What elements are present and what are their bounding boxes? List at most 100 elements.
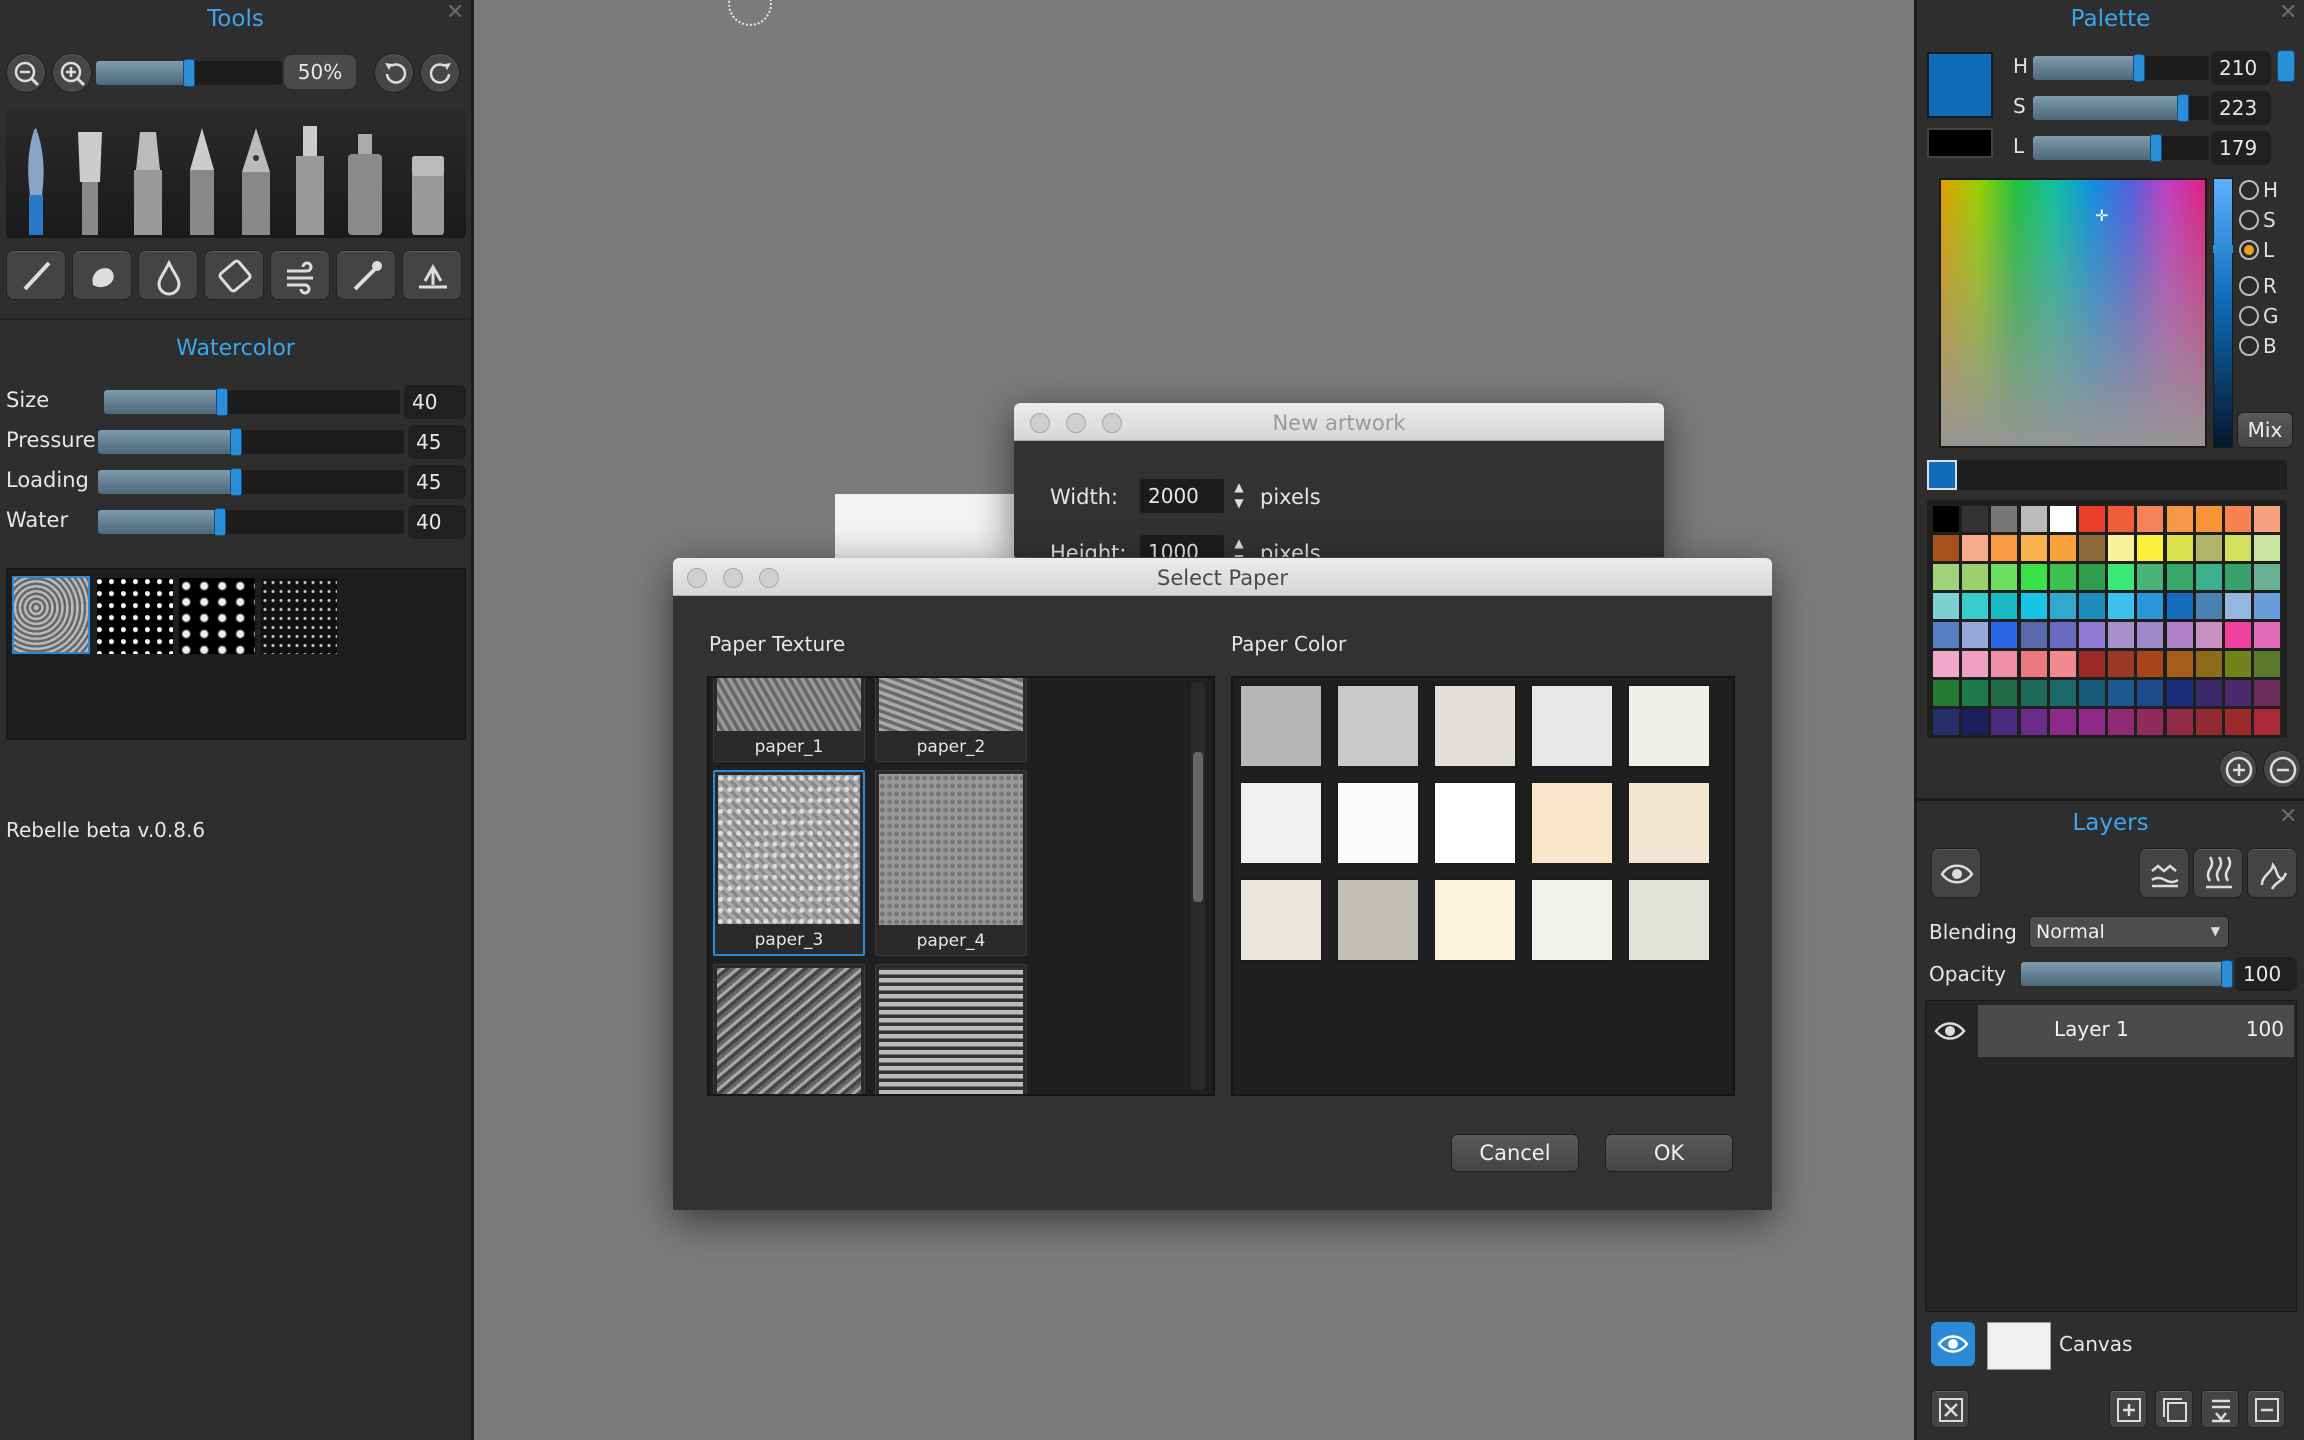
canvas-visibility-toggle[interactable] (1931, 1322, 1975, 1366)
brush-slider-handle[interactable] (214, 508, 227, 536)
paper-color-swatch[interactable] (1433, 781, 1517, 865)
lightness-strip-handle[interactable] (2213, 245, 2233, 253)
color-swatch[interactable] (2108, 564, 2135, 590)
color-swatch[interactable] (2166, 680, 2193, 706)
secondary-color-swatch[interactable] (1927, 128, 1993, 158)
color-swatch[interactable] (2079, 506, 2105, 532)
blot-tool-button[interactable] (204, 250, 264, 300)
color-swatch[interactable] (2020, 506, 2047, 532)
color-swatch[interactable] (2020, 651, 2047, 677)
color-swatch[interactable] (2137, 535, 2164, 561)
layer-row[interactable]: Layer 1 100 (1978, 1005, 2294, 1057)
color-swatch[interactable] (2225, 680, 2251, 706)
color-swatch[interactable] (2137, 709, 2164, 735)
color-swatch[interactable] (1991, 622, 2018, 648)
remove-swatch-button[interactable] (2263, 750, 2301, 788)
color-swatch[interactable] (1962, 506, 1989, 532)
clear-layer-button[interactable] (1931, 1390, 1969, 1428)
width-stepper[interactable]: ▲ ▼ (1226, 479, 1252, 513)
brush-slider[interactable] (98, 470, 404, 494)
rotate-right-button[interactable] (420, 53, 460, 93)
paper-color-swatch[interactable] (1336, 878, 1420, 962)
layer-visibility-toggle[interactable] (1930, 1005, 1970, 1057)
hsl-value[interactable]: 179 (2211, 131, 2271, 165)
color-swatch[interactable] (2020, 593, 2047, 619)
primary-color-swatch[interactable] (1927, 52, 1993, 118)
color-swatch[interactable] (2166, 506, 2193, 532)
width-input[interactable]: 2000 (1140, 479, 1224, 513)
color-swatch[interactable] (2049, 593, 2076, 619)
color-swatch[interactable] (2020, 564, 2047, 590)
color-swatch[interactable] (2079, 564, 2105, 590)
color-swatch[interactable] (2225, 651, 2251, 677)
color-swatch[interactable] (2166, 709, 2193, 735)
zoom-slider-handle[interactable] (183, 59, 195, 87)
color-swatch[interactable] (1962, 651, 1989, 677)
zoom-in-button[interactable] (52, 53, 92, 93)
color-swatch[interactable] (2254, 709, 2281, 735)
ok-button[interactable]: OK (1605, 1134, 1733, 1172)
paper-color-swatch[interactable] (1530, 684, 1614, 768)
merge-layer-button[interactable] (2201, 1390, 2239, 1428)
color-swatch[interactable] (2254, 506, 2281, 532)
color-mode-radio[interactable] (2239, 336, 2259, 356)
brush-slider-value[interactable]: 45 (408, 425, 466, 459)
brush-slider-value[interactable]: 40 (404, 385, 466, 419)
color-swatch[interactable] (2254, 680, 2281, 706)
color-swatch[interactable] (2166, 651, 2193, 677)
color-swatch[interactable] (2079, 622, 2105, 648)
brush-texture-1[interactable] (12, 576, 90, 654)
brush-slider-value[interactable]: 45 (408, 465, 466, 499)
paper-texture-item[interactable]: paper_2 (875, 678, 1027, 762)
color-swatch[interactable] (2195, 564, 2222, 590)
texture-scrollbar-thumb[interactable] (1193, 752, 1203, 902)
color-swatch[interactable] (2225, 622, 2251, 648)
watercolor-brush-icon[interactable] (28, 128, 44, 235)
color-swatch[interactable] (2254, 651, 2281, 677)
color-swatch[interactable] (2108, 593, 2135, 619)
close-icon[interactable]: ✕ (446, 0, 464, 25)
layer-visibility-mode-button[interactable] (1931, 848, 1981, 898)
color-swatch[interactable] (2225, 564, 2251, 590)
picker-crosshair-icon[interactable]: ✛ (2095, 206, 2108, 225)
brush-slider-handle[interactable] (229, 468, 242, 496)
color-swatch[interactable] (1933, 506, 1959, 532)
color-swatch[interactable] (2108, 651, 2135, 677)
rotate-left-button[interactable] (374, 53, 414, 93)
brush-texture-2[interactable] (97, 578, 173, 654)
color-picker-field[interactable]: ✛ (1939, 178, 2207, 448)
color-mode-radio[interactable] (2239, 306, 2259, 326)
color-swatch[interactable] (2137, 564, 2164, 590)
hsl-value[interactable]: 210 (2211, 51, 2271, 85)
color-swatch[interactable] (2049, 535, 2076, 561)
color-swatch[interactable] (1991, 593, 2018, 619)
recent-color-swatch[interactable] (1927, 460, 1957, 490)
color-swatch[interactable] (2166, 593, 2193, 619)
ink-pen-icon[interactable] (242, 128, 270, 235)
color-swatch[interactable] (1991, 651, 2018, 677)
color-swatch[interactable] (2108, 506, 2135, 532)
color-swatch[interactable] (1991, 680, 2018, 706)
color-swatch[interactable] (2137, 651, 2164, 677)
color-swatch[interactable] (2137, 593, 2164, 619)
brush-slider-value[interactable]: 40 (408, 505, 466, 539)
color-swatch[interactable] (2195, 535, 2222, 561)
opacity-slider-handle[interactable] (2221, 960, 2233, 988)
color-swatch[interactable] (2020, 709, 2047, 735)
color-swatch[interactable] (2225, 709, 2251, 735)
paper-color-swatch[interactable] (1627, 878, 1711, 962)
color-swatch[interactable] (2195, 622, 2222, 648)
duplicate-layer-button[interactable] (2155, 1390, 2193, 1428)
color-swatch[interactable] (2254, 535, 2281, 561)
smudge-tool-button[interactable] (72, 250, 132, 300)
color-swatch[interactable] (2079, 593, 2105, 619)
color-swatch[interactable] (2049, 622, 2076, 648)
color-swatch[interactable] (1933, 622, 1959, 648)
paper-texture-item[interactable] (875, 964, 1027, 1094)
color-picker-tool-button[interactable] (336, 250, 396, 300)
color-swatch[interactable] (1962, 622, 1989, 648)
color-swatch[interactable] (1962, 535, 1989, 561)
color-swatch[interactable] (2225, 535, 2251, 561)
color-swatch[interactable] (2166, 564, 2193, 590)
color-swatch[interactable] (1962, 680, 1989, 706)
